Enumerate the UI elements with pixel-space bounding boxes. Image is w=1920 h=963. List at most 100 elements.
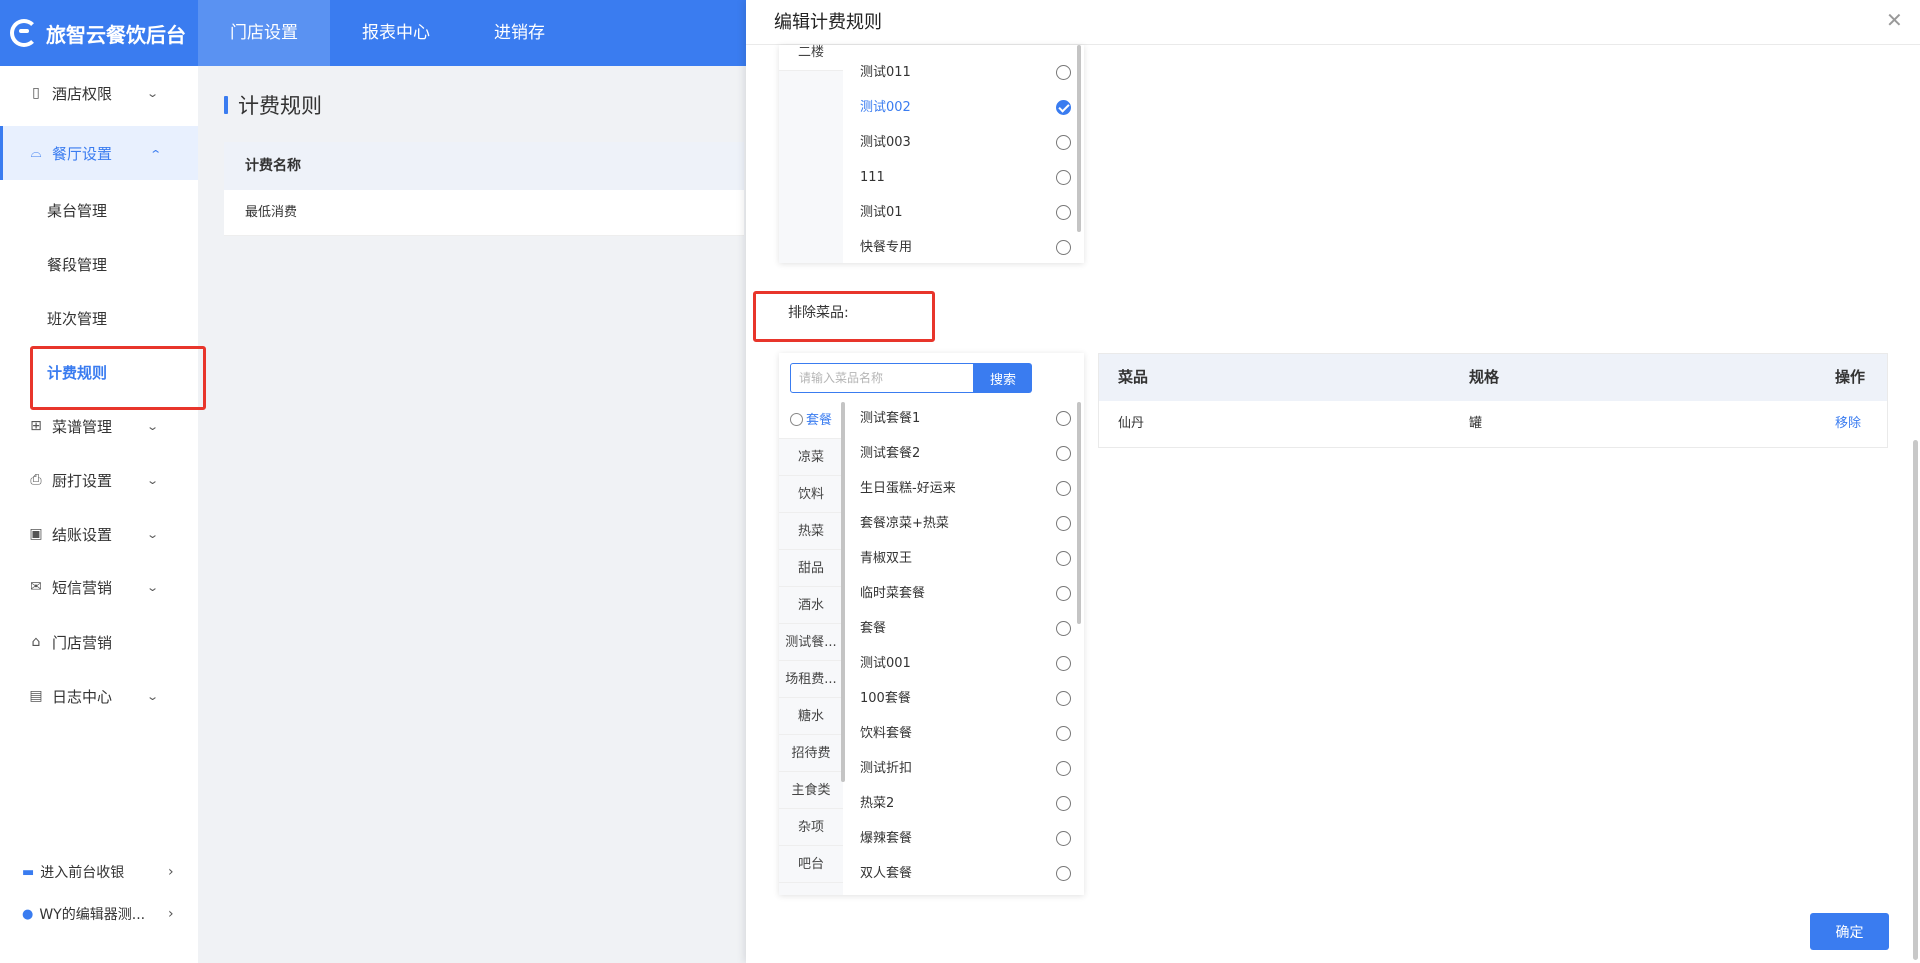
sidebar-item-menu-management[interactable]: ⊞ 菜谱管理 ⌄ [0,399,198,453]
search-button[interactable]: 搜索 [974,363,1032,393]
radio-icon[interactable] [789,413,803,426]
radio-icon[interactable] [1056,831,1071,846]
sidebar-sub-meal-period[interactable]: 餐段管理 [0,237,198,291]
topnav-inventory[interactable]: 进销存 [462,0,577,66]
sidebar-item-label: 菜谱管理 [52,417,113,436]
table-option[interactable]: 测试003 [860,125,1072,160]
radio-icon[interactable] [1056,551,1071,566]
radio-icon[interactable] [1056,726,1071,741]
category-item[interactable]: 甜品 [779,550,843,587]
option-label: 热菜2 [860,796,895,811]
sidebar-item-restaurant-settings[interactable]: ⌓ 餐厅设置 ⌄ [0,126,198,180]
dish-option[interactable]: 套餐凉菜+热菜 [860,506,1072,541]
radio-icon[interactable] [1056,170,1071,185]
sidebar-sub-table-management[interactable]: 桌台管理 [0,183,198,237]
sidebar-item-log-center[interactable]: ▤ 日志中心 ⌄ [0,669,198,723]
radio-icon[interactable] [1056,65,1071,80]
radio-icon[interactable] [1056,446,1071,461]
table-option[interactable]: 测试002 [860,90,1072,125]
radio-icon[interactable] [1056,240,1071,255]
sidebar-item-kitchen-print[interactable]: ⎙ 厨打设置 ⌄ [0,453,198,507]
area-tab[interactable]: 二楼 [779,45,843,71]
radio-icon[interactable] [1056,621,1071,636]
option-label: 100套餐 [860,691,911,706]
option-label: 测试套餐2 [860,446,921,461]
dish-option[interactable]: 生日蛋糕-好运来 [860,471,1072,506]
monitor-icon: ▬ [22,864,35,880]
category-item[interactable]: 主食类 [779,772,843,809]
category-item[interactable]: 饮料 [779,476,843,513]
dish-option[interactable]: 套餐 [860,611,1072,646]
sidebar-item-checkout-settings[interactable]: ▣ 结账设置 ⌄ [0,507,198,561]
category-item[interactable]: 吧台 [779,846,843,883]
dish-option[interactable]: 测试001 [860,646,1072,681]
dish-option[interactable]: 临时菜套餐 [860,576,1072,611]
store-switcher[interactable]: ● WY的编辑器测... › [0,894,198,934]
radio-icon[interactable] [1056,866,1071,881]
receipt-icon: ▣ [29,526,43,542]
option-label: 测试003 [860,135,911,150]
dish-option[interactable]: 测试套餐1 [860,401,1072,436]
table-option[interactable]: 快餐专用 [860,230,1072,265]
dish-option[interactable]: 双人套餐 [860,856,1072,891]
radio-icon[interactable] [1056,586,1071,601]
store-icon: ⌂ [31,634,41,650]
table-option[interactable]: 测试01 [860,195,1072,230]
category-item[interactable]: 热菜 [779,513,843,550]
billing-rules-table: 计费名称 最低消费 [224,142,744,236]
option-label: 爆辣套餐 [860,831,913,846]
radio-icon[interactable] [1056,481,1071,496]
header-action: 操作 [1835,368,1866,386]
radio-icon[interactable] [1056,796,1071,811]
dish-option[interactable]: 饮料套餐 [860,716,1072,751]
table-select-card: 二楼 测试011 测试002 测试003 111 测试01 快餐专用 [779,45,1084,263]
category-item[interactable]: 凉菜 [779,439,843,476]
radio-icon[interactable] [1056,135,1071,150]
category-item[interactable]: 测试餐... [779,624,843,661]
radio-icon[interactable] [1056,691,1071,706]
dish-search-input[interactable] [790,363,974,393]
radio-checked-icon[interactable] [1056,100,1071,115]
radio-icon[interactable] [1056,205,1071,220]
topnav-store-settings[interactable]: 门店设置 [198,0,330,66]
app-logo[interactable]: 旅智云餐饮后台 [0,0,198,66]
scrollbar[interactable] [1077,45,1081,232]
option-label: 套餐凉菜+热菜 [860,516,949,531]
radio-icon[interactable] [1056,656,1071,671]
category-scrollbar[interactable] [841,402,845,782]
radio-icon[interactable] [1056,516,1071,531]
table-row[interactable]: 最低消费 [224,190,744,236]
sidebar-item-hotel-rights[interactable]: ▯ 酒店权限 ⌄ [0,66,198,120]
front-cashier-link[interactable]: ▬ 进入前台收银 › [0,852,198,892]
logo-icon [10,19,38,47]
category-item[interactable]: 招待费 [779,735,843,772]
category-item[interactable]: 杂项 [779,809,843,846]
remove-link[interactable]: 移除 [1835,401,1861,447]
confirm-button[interactable]: 确定 [1810,913,1889,950]
radio-icon[interactable] [1056,761,1071,776]
sidebar-item-sms-marketing[interactable]: ✉ 短信营销 ⌄ [0,560,198,614]
dish-option[interactable]: 青椒双王 [860,541,1072,576]
mail-icon: ✉ [30,579,42,595]
option-label: 测试002 [860,100,911,115]
category-item[interactable]: 糖水 [779,698,843,735]
dish-option[interactable]: 100套餐 [860,681,1072,716]
category-item[interactable]: 场租费... [779,661,843,698]
close-icon[interactable]: ✕ [1886,8,1903,32]
table-option[interactable]: 111 [860,160,1072,195]
sidebar-sub-shift-management[interactable]: 班次管理 [0,291,198,345]
topnav-report-center[interactable]: 报表中心 [330,0,462,66]
dish-scrollbar[interactable] [1077,402,1081,624]
drawer-scrollbar[interactable] [1913,440,1918,960]
sidebar-item-store-marketing[interactable]: ⌂ 门店营销 [0,615,198,669]
dish-option[interactable]: 测试折扣 [860,751,1072,786]
dish-option[interactable]: 爆辣套餐 [860,821,1072,856]
dish-option[interactable]: 热菜2 [860,786,1072,821]
chevron-up-icon: ⌄ [149,146,163,160]
table-option[interactable]: 测试011 [860,55,1072,90]
radio-icon[interactable] [1056,411,1071,426]
category-item[interactable]: 酒水 [779,587,843,624]
category-item[interactable]: 套餐 [779,402,843,439]
highlight-box [753,291,935,342]
dish-option[interactable]: 测试套餐2 [860,436,1072,471]
